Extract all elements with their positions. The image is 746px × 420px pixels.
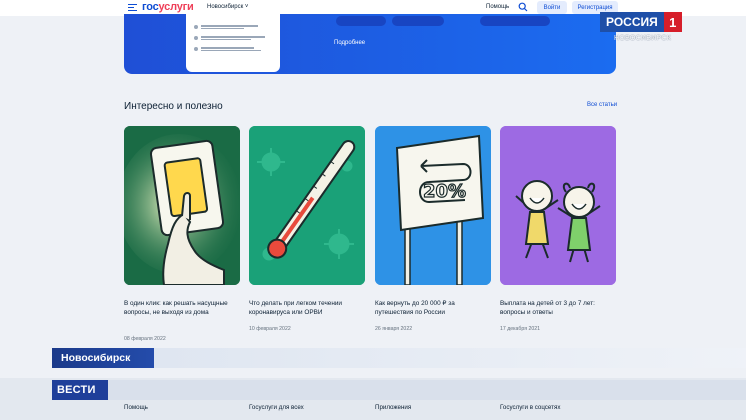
all-articles-link[interactable]: Все статьи: [587, 102, 617, 108]
footer-accessibility-link[interactable]: Госуслуги для всех: [249, 404, 304, 411]
footer-social-link[interactable]: Госуслуги в соцсетях: [500, 404, 560, 411]
program-strip: [108, 380, 746, 400]
svg-text:20%: 20%: [423, 181, 466, 202]
channel-region: НОВОСИБИРСК: [614, 35, 672, 42]
banner-chip[interactable]: [480, 16, 550, 26]
banner-chip[interactable]: [336, 16, 386, 26]
section-title: Интересно и полезно: [124, 101, 223, 112]
card-1-title[interactable]: В один клик: как решать насущные вопросы…: [124, 299, 240, 317]
light-switch-illustration: [124, 126, 240, 285]
city-plate: Новосибирск: [52, 348, 154, 368]
card-3-title[interactable]: Как вернуть до 20 000 ₽ за путешествия п…: [375, 299, 491, 317]
article-card-2[interactable]: [249, 126, 365, 285]
card-1-date: 08 февраля 2022: [124, 336, 166, 342]
help-link[interactable]: Помощь: [486, 4, 509, 10]
card-3-date: 26 января 2022: [375, 326, 413, 332]
channel-name: РОССИЯ: [600, 12, 664, 32]
search-icon[interactable]: [518, 2, 528, 12]
channel-number: 1: [663, 12, 682, 32]
article-card-3[interactable]: 20%: [375, 126, 491, 285]
banner-chip[interactable]: [392, 16, 444, 26]
city-selector[interactable]: Новосибирск ˅: [207, 4, 248, 10]
menu-icon[interactable]: [128, 4, 137, 11]
article-card-4[interactable]: [500, 126, 616, 285]
road-sign-icon: 20%: [375, 126, 491, 285]
footer-apps-link[interactable]: Приложения: [375, 404, 411, 411]
phone-mockup-image: [186, 14, 280, 72]
banner-more-link[interactable]: Подробнее: [334, 40, 365, 46]
card-2-title[interactable]: Что делать при легком течении коронавиру…: [249, 299, 365, 317]
login-button[interactable]: Войти: [537, 1, 567, 14]
card-4-title[interactable]: Выплата на детей от 3 до 7 лет: вопросы …: [500, 299, 616, 317]
footer-help-link[interactable]: Помощь: [124, 404, 148, 411]
logo-part-gos: гос: [142, 1, 159, 13]
kids-illustration: [500, 126, 616, 285]
logo-part-uslugi: услуги: [158, 1, 194, 13]
card-4-date: 17 декабря 2021: [500, 326, 540, 332]
channel-logo: РОССИЯ 1: [600, 12, 682, 32]
program-logo: ВЕСТИ: [52, 380, 108, 400]
thermometer-illustration: [249, 126, 365, 285]
gosuslugi-logo[interactable]: госуслуги: [142, 1, 194, 13]
card-2-date: 10 февраля 2022: [249, 326, 291, 332]
city-strip: [154, 348, 746, 368]
promo-banner: Подробнее: [124, 14, 616, 74]
article-card-1[interactable]: [124, 126, 240, 285]
